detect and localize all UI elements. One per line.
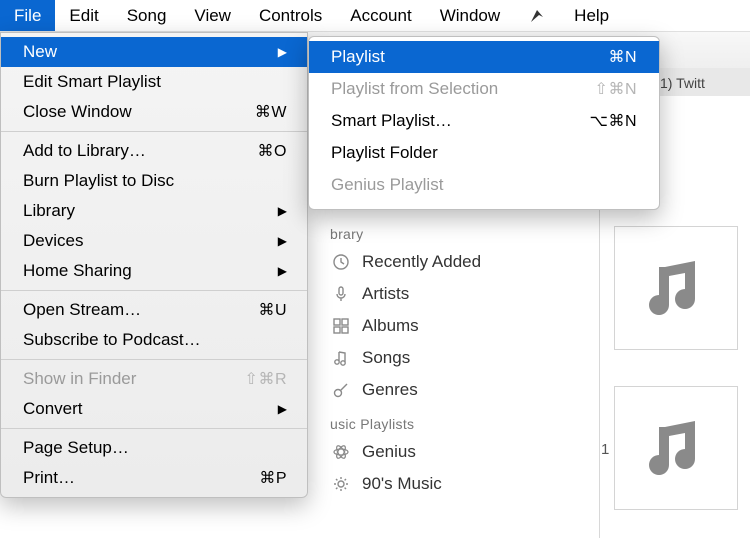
sidebar-item-genius[interactable]: Genius xyxy=(310,436,599,468)
menu-item-label: Burn Playlist to Disc xyxy=(23,171,287,191)
menu-item-page-setup[interactable]: Page Setup… xyxy=(1,433,307,463)
mic-icon xyxy=(330,283,352,305)
menubar-item-account[interactable]: Account xyxy=(336,0,425,31)
menu-separator xyxy=(1,131,307,132)
menu-item-home-sharing[interactable]: Home Sharing ▶ xyxy=(1,256,307,286)
submenu-item-genius-playlist: Genius Playlist xyxy=(309,169,659,201)
sidebar-section-library: brary xyxy=(310,216,599,246)
menu-item-label: Playlist Folder xyxy=(331,143,637,163)
submenu-item-playlist-folder[interactable]: Playlist Folder xyxy=(309,137,659,169)
menu-item-label: Print… xyxy=(23,468,259,488)
menu-item-shortcut: ⇧⌘N xyxy=(595,79,637,99)
menu-item-label: Add to Library… xyxy=(23,141,258,161)
submenu-arrow-icon: ▶ xyxy=(278,45,287,59)
clock-icon xyxy=(330,251,352,273)
menu-item-convert[interactable]: Convert ▶ xyxy=(1,394,307,424)
sidebar-item-label: Songs xyxy=(362,348,410,368)
menubar-item-help[interactable]: Help xyxy=(560,0,623,31)
menu-item-label: Playlist from Selection xyxy=(331,79,595,99)
submenu-arrow-icon: ▶ xyxy=(278,264,287,278)
sidebar-item-label: Recently Added xyxy=(362,252,481,272)
menu-item-shortcut: ⌥⌘N xyxy=(590,111,638,131)
submenu-arrow-icon: ▶ xyxy=(278,402,287,416)
menu-item-shortcut: ⌘W xyxy=(255,102,287,122)
submenu-item-playlist[interactable]: Playlist ⌘N xyxy=(309,41,659,73)
menubar-item-view[interactable]: View xyxy=(180,0,245,31)
menu-item-label: Subscribe to Podcast… xyxy=(23,330,287,350)
menu-item-label: Close Window xyxy=(23,102,255,122)
menu-item-shortcut: ⌘P xyxy=(259,468,287,488)
sidebar-item-albums[interactable]: Albums xyxy=(310,310,599,342)
atom-icon xyxy=(330,441,352,463)
sidebar-item-genres[interactable]: Genres xyxy=(310,374,599,406)
menu-item-burn-playlist[interactable]: Burn Playlist to Disc xyxy=(1,166,307,196)
menu-item-print[interactable]: Print… ⌘P xyxy=(1,463,307,493)
menu-item-label: Convert xyxy=(23,399,270,419)
menu-item-devices[interactable]: Devices ▶ xyxy=(1,226,307,256)
guitar-icon xyxy=(330,379,352,401)
sidebar-item-label: Artists xyxy=(362,284,409,304)
menu-item-shortcut: ⌘N xyxy=(608,47,637,67)
submenu-arrow-icon: ▶ xyxy=(278,234,287,248)
gear-icon xyxy=(330,473,352,495)
menu-item-label: Genius Playlist xyxy=(331,175,637,195)
file-menu: New ▶ Edit Smart Playlist Close Window ⌘… xyxy=(0,32,308,498)
menu-item-shortcut: ⇧⌘R xyxy=(245,369,287,389)
menu-item-library[interactable]: Library ▶ xyxy=(1,196,307,226)
submenu-arrow-icon: ▶ xyxy=(278,204,287,218)
menu-item-new[interactable]: New ▶ xyxy=(1,37,307,67)
menu-item-label: Library xyxy=(23,201,270,221)
note-icon xyxy=(330,347,352,369)
menubar-item-edit[interactable]: Edit xyxy=(55,0,112,31)
sidebar-item-label: Genres xyxy=(362,380,418,400)
menu-item-shortcut: ⌘U xyxy=(258,300,287,320)
submenu-item-smart-playlist[interactable]: Smart Playlist… ⌥⌘N xyxy=(309,105,659,137)
menubar-item-window[interactable]: Window xyxy=(426,0,514,31)
menu-item-close-window[interactable]: Close Window ⌘W xyxy=(1,97,307,127)
sidebar-item-90s-music[interactable]: 90's Music xyxy=(310,468,599,500)
album-thumbnail[interactable] xyxy=(614,226,738,350)
menu-item-label: Open Stream… xyxy=(23,300,258,320)
menu-item-subscribe-podcast[interactable]: Subscribe to Podcast… xyxy=(1,325,307,355)
sidebar-item-artists[interactable]: Artists xyxy=(310,278,599,310)
menu-item-edit-smart-playlist[interactable]: Edit Smart Playlist xyxy=(1,67,307,97)
menu-separator xyxy=(1,290,307,291)
menu-item-open-stream[interactable]: Open Stream… ⌘U xyxy=(1,295,307,325)
sidebar-item-label: 90's Music xyxy=(362,474,442,494)
toolbar-tab-badge[interactable]: 1) Twitt xyxy=(650,68,750,98)
menubar-item-file[interactable]: File xyxy=(0,0,55,31)
menu-separator xyxy=(1,359,307,360)
menubar-app-icon[interactable] xyxy=(514,0,560,31)
sidebar-section-playlists: usic Playlists xyxy=(310,406,599,436)
sidebar-item-songs[interactable]: Songs xyxy=(310,342,599,374)
menu-item-label: Show in Finder xyxy=(23,369,245,389)
menu-item-shortcut: ⌘O xyxy=(258,141,287,161)
menubar-item-controls[interactable]: Controls xyxy=(245,0,336,31)
grid-icon xyxy=(330,315,352,337)
menu-item-label: Devices xyxy=(23,231,270,251)
menu-item-label: Playlist xyxy=(331,47,608,67)
menu-item-add-to-library[interactable]: Add to Library… ⌘O xyxy=(1,136,307,166)
new-submenu: Playlist ⌘N Playlist from Selection ⇧⌘N … xyxy=(308,36,660,210)
menu-item-label: Page Setup… xyxy=(23,438,287,458)
menu-item-label: Smart Playlist… xyxy=(331,111,590,131)
submenu-item-playlist-from-selection: Playlist from Selection ⇧⌘N xyxy=(309,73,659,105)
thumbnail-index: 1 xyxy=(601,441,609,458)
sidebar-item-label: Genius xyxy=(362,442,416,462)
menu-item-label: Edit Smart Playlist xyxy=(23,72,287,92)
menu-item-label: New xyxy=(23,42,270,62)
album-thumbnail[interactable]: 1 xyxy=(614,386,738,510)
menubar: File Edit Song View Controls Account Win… xyxy=(0,0,750,32)
menu-separator xyxy=(1,428,307,429)
menu-item-show-in-finder: Show in Finder ⇧⌘R xyxy=(1,364,307,394)
menu-item-label: Home Sharing xyxy=(23,261,270,281)
sidebar-item-recently-added[interactable]: Recently Added xyxy=(310,246,599,278)
sidebar-item-label: Albums xyxy=(362,316,419,336)
menubar-item-song[interactable]: Song xyxy=(113,0,181,31)
